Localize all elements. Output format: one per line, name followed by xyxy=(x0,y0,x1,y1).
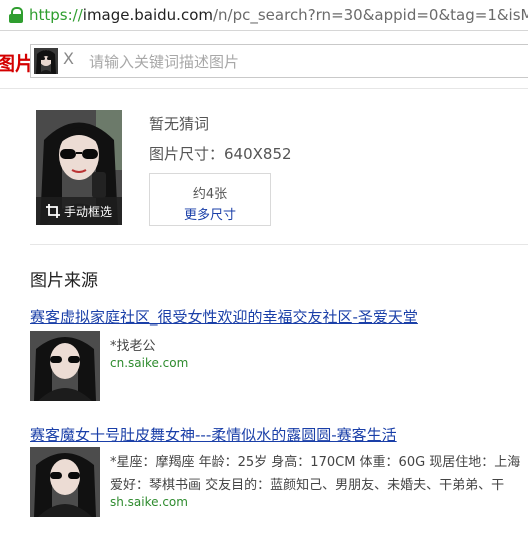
divider xyxy=(30,244,528,245)
result-domain[interactable]: cn.saike.com xyxy=(110,356,188,370)
query-image-thumbnail xyxy=(34,48,58,74)
url-path: /n/pc_search?rn=30&appid=0&tag=1&isMob xyxy=(212,6,528,24)
result-snippet: 爱好：琴棋书画 交友目的：蓝颜知己、男朋友、未婚夫、干弟弟、干 xyxy=(110,478,505,493)
result-domain[interactable]: sh.saike.com xyxy=(110,495,188,509)
url-text[interactable]: https://image.baidu.com/n/pc_search?rn=3… xyxy=(29,0,528,30)
image-size: 图片尺寸：640X852 xyxy=(149,145,292,163)
result-snippet: *找老公 xyxy=(110,339,156,354)
lock-icon xyxy=(8,7,24,23)
crop-icon xyxy=(45,204,60,218)
guess-word: 暂无猜词 xyxy=(149,115,210,133)
query-image[interactable]: 手动框选 xyxy=(36,110,122,225)
result-thumbnail[interactable] xyxy=(30,331,100,401)
brand-logo[interactable]: 图片 xyxy=(0,49,34,76)
more-sizes-button[interactable]: 约4张 更多尺寸 xyxy=(149,173,271,226)
manual-crop-button[interactable]: 手动框选 xyxy=(36,197,122,225)
sources-heading: 图片来源 xyxy=(30,271,98,291)
search-header: 图片 X xyxy=(0,31,528,89)
more-sizes-link[interactable]: 更多尺寸 xyxy=(150,204,270,223)
result-snippet: *星座：摩羯座 年龄：25岁 身高：170CM 体重：60G 现居住地：上海 xyxy=(110,455,521,470)
similar-count: 约4张 xyxy=(192,187,228,202)
search-box[interactable]: X xyxy=(30,44,528,79)
manual-crop-label: 手动框选 xyxy=(63,204,112,219)
url-scheme: https:// xyxy=(29,6,83,24)
result-title-link[interactable]: 赛客虚拟家庭社区_很受女性欢迎的幸福交友社区-圣爱天堂 xyxy=(30,306,418,327)
result-thumbnail[interactable] xyxy=(30,447,100,517)
clear-image-button[interactable]: X xyxy=(63,49,74,68)
url-host: image.baidu.com xyxy=(82,6,213,24)
result-title-link[interactable]: 赛客魔女十号肚皮舞女神---柔情似水的露圆圆-赛客生活 xyxy=(30,424,397,445)
address-bar[interactable]: https://image.baidu.com/n/pc_search?rn=3… xyxy=(0,0,528,31)
search-input[interactable] xyxy=(87,45,528,79)
